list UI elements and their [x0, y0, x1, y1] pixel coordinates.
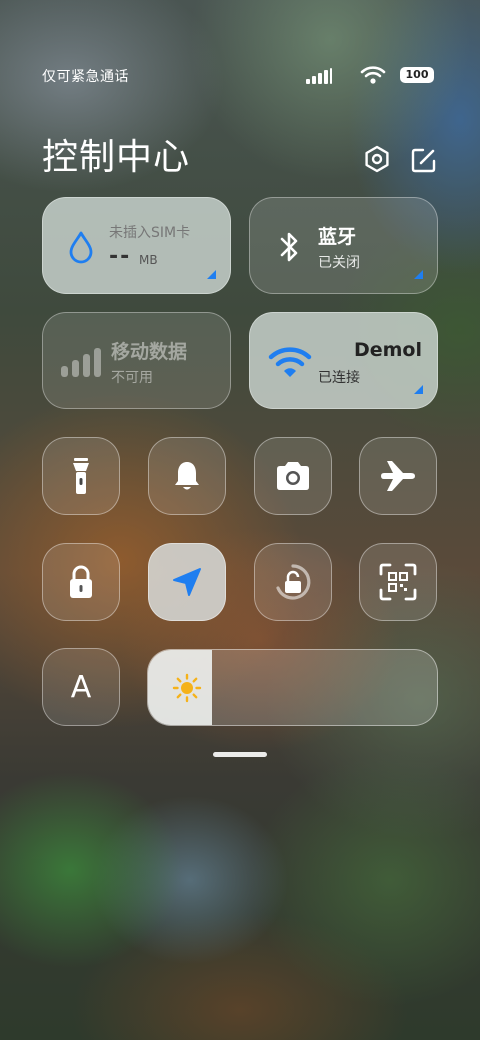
rotation-lock-icon	[276, 564, 311, 600]
mobile-signal-icon	[61, 348, 101, 377]
wifi-status: 已连接	[318, 370, 360, 386]
camera-icon	[277, 462, 309, 490]
expand-corner-icon	[414, 270, 423, 279]
location-toggle[interactable]	[148, 543, 226, 621]
expand-corner-icon	[207, 270, 216, 279]
bluetooth-icon	[280, 232, 298, 262]
qr-scan-icon	[379, 563, 417, 601]
screen-lock-toggle[interactable]	[42, 543, 120, 621]
data-usage-tile[interactable]: 未插入SIM卡 -- MB	[42, 197, 231, 294]
airplane-mode-toggle[interactable]	[359, 437, 437, 515]
bluetooth-tile[interactable]: 蓝牙 已关闭	[249, 197, 438, 294]
data-usage-unit: MB	[139, 253, 158, 267]
page-title: 控制中心	[42, 137, 191, 178]
battery-indicator: 100	[400, 67, 434, 83]
location-icon	[173, 568, 201, 596]
font-size-toggle[interactable]: A	[42, 648, 120, 726]
rotation-lock-toggle[interactable]	[254, 543, 332, 621]
data-usage-value: --	[109, 244, 132, 269]
lock-icon	[70, 565, 92, 598]
sun-icon	[172, 673, 202, 703]
data-usage-label: 未插入SIM卡	[109, 225, 191, 241]
qr-scanner-toggle[interactable]	[359, 543, 437, 621]
bluetooth-title: 蓝牙	[318, 226, 357, 248]
status-carrier-text: 仅可紧急通话	[42, 69, 129, 85]
bell-icon	[175, 462, 199, 490]
expand-corner-icon	[414, 385, 423, 394]
edit-icon[interactable]	[409, 145, 439, 175]
wifi-status-icon	[360, 66, 386, 84]
font-toggle-label: A	[70, 669, 92, 705]
ringer-toggle[interactable]	[148, 437, 226, 515]
bluetooth-status: 已关闭	[318, 255, 360, 271]
airplane-icon	[381, 461, 415, 491]
mobile-data-status: 不可用	[111, 370, 153, 386]
flashlight-icon	[73, 458, 89, 494]
camera-toggle[interactable]	[254, 437, 332, 515]
wifi-network-name: Demol	[353, 339, 422, 361]
brightness-slider[interactable]	[147, 649, 438, 726]
water-drop-icon	[69, 231, 93, 264]
hexagon-settings-icon[interactable]	[362, 144, 392, 174]
signal-strength-icon	[306, 68, 332, 84]
mobile-data-title: 移动数据	[111, 341, 188, 363]
wifi-icon	[268, 347, 312, 377]
wifi-tile[interactable]: Demol 已连接	[249, 312, 438, 409]
mobile-data-tile[interactable]: 移动数据 不可用	[42, 312, 231, 409]
swipe-handle[interactable]	[213, 752, 267, 757]
flashlight-toggle[interactable]	[42, 437, 120, 515]
